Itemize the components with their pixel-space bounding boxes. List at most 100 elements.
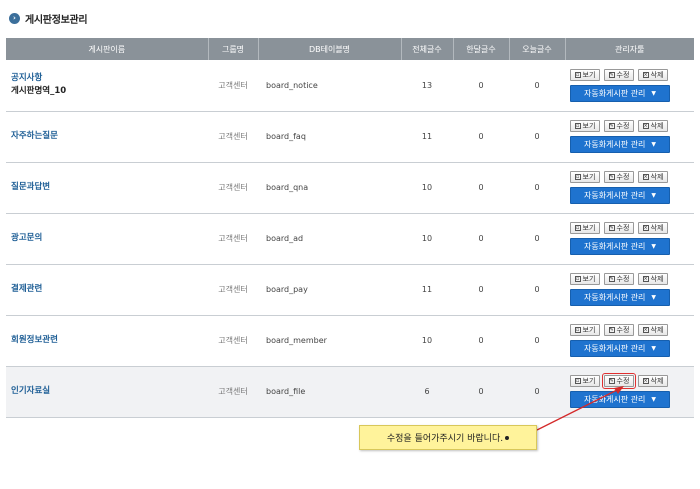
edit-label: 수정: [616, 70, 630, 79]
auto-board-manage-button[interactable]: 자동화게시판 관리 ▼: [570, 289, 670, 306]
cell-total: 11: [421, 285, 433, 294]
view-label: 보기: [582, 70, 596, 79]
col-header-board-name: 게시판이름: [6, 38, 209, 60]
col-header-total: 전체글수: [401, 38, 454, 60]
delete-icon: ×: [642, 123, 649, 129]
cell-today: 0: [534, 387, 540, 396]
view-button[interactable]: ▫ 보기: [570, 273, 600, 285]
edit-icon: ✎: [608, 71, 615, 78]
delete-icon: ×: [642, 327, 649, 333]
view-button[interactable]: ▫ 보기: [570, 120, 600, 132]
mini-button-group: ▫ 보기 ✎ 수정 × 삭제: [570, 222, 670, 234]
delete-label: 삭제: [650, 122, 664, 130]
delete-icon: ×: [642, 174, 649, 180]
view-icon: ▫: [574, 276, 581, 282]
table-row: 자주하는질문 고객센터 board_faq 11 0 0 ▫ 보기 ✎ 수정 × 삭제 자동화게시판 관…: [6, 111, 694, 162]
edit-button[interactable]: ✎ 수정: [604, 222, 634, 234]
cell-admin-tools: ▫ 보기 ✎ 수정 × 삭제자동화게시판 관리 ▼: [565, 366, 694, 417]
view-button[interactable]: ▫ 보기: [570, 222, 600, 234]
auto-board-manage-button[interactable]: 자동화게시판 관리 ▼: [570, 391, 670, 408]
auto-manage-label: 자동화게시판 관리: [583, 344, 646, 353]
admin-tools: ▫ 보기 ✎ 수정 × 삭제자동화게시판 관리 ▼: [570, 373, 670, 408]
view-icon: ▫: [574, 174, 581, 180]
view-button[interactable]: ▫ 보기: [570, 171, 600, 183]
auto-board-manage-button[interactable]: 자동화게시판 관리 ▼: [570, 84, 670, 102]
caret-down-icon: ▼: [651, 294, 657, 301]
board-name-link[interactable]: 자주하는질문: [11, 130, 208, 143]
view-icon: ▫: [574, 327, 581, 333]
delete-button[interactable]: × 삭제: [638, 171, 668, 183]
view-label: 보기: [582, 122, 596, 130]
edit-button[interactable]: ✎ 수정: [602, 373, 636, 389]
cell-total: 10: [421, 234, 433, 243]
board-name-link[interactable]: 광고문의: [11, 232, 208, 245]
cell-admin-tools: ▫ 보기 ✎ 수정 × 삭제자동화게시판 관리 ▼: [565, 111, 694, 162]
mini-button-group: ▫ 보기 ✎ 수정 × 삭제: [570, 273, 670, 285]
cell-total: 13: [421, 80, 433, 90]
mini-button-group: ▫ 보기 ✎ 수정 × 삭제: [570, 120, 670, 132]
edit-button[interactable]: ✎ 수정: [604, 68, 634, 81]
view-label: 보기: [582, 224, 596, 232]
board-name-link[interactable]: 인기자료실: [11, 385, 208, 398]
mini-button-group: ▫ 보기 ✎ 수정 × 삭제: [570, 68, 670, 81]
delete-icon: ×: [642, 276, 649, 282]
auto-board-manage-button[interactable]: 자동화게시판 관리 ▼: [570, 187, 670, 204]
auto-manage-label: 자동화게시판 관리: [583, 293, 646, 302]
mini-button-group: ▫ 보기 ✎ 수정 × 삭제: [570, 324, 670, 336]
admin-tools: ▫ 보기 ✎ 수정 × 삭제자동화게시판 관리 ▼: [570, 273, 670, 306]
cell-db-table: board_qna: [266, 183, 309, 192]
delete-button[interactable]: × 삭제: [638, 375, 668, 387]
cell-total: 6: [424, 387, 430, 396]
caret-down-icon: ▼: [651, 192, 657, 199]
edit-button[interactable]: ✎ 수정: [604, 120, 634, 132]
cell-board-name: 자주하는질문: [6, 111, 208, 162]
delete-button[interactable]: × 삭제: [638, 222, 668, 234]
board-name-link[interactable]: 질문과답변: [11, 181, 208, 194]
edit-button[interactable]: ✎ 수정: [604, 324, 634, 336]
board-name-sub: 게시판명역_10: [11, 86, 67, 97]
view-button[interactable]: ▫ 보기: [570, 375, 600, 387]
auto-manage-label: 자동화게시판 관리: [583, 88, 646, 98]
cell-db-table: board_ad: [266, 234, 304, 243]
cell-group: 고객센터: [218, 285, 248, 294]
delete-icon: ×: [642, 225, 649, 231]
board-name-link[interactable]: 회원정보관련: [11, 334, 208, 347]
auto-manage-label: 자동화게시판 관리: [583, 242, 646, 251]
cell-db-table: board_pay: [266, 285, 308, 294]
auto-board-manage-button[interactable]: 자동화게시판 관리 ▼: [570, 238, 670, 255]
caret-down-icon: ▼: [651, 243, 657, 250]
board-name-link[interactable]: 결제관련: [11, 283, 208, 296]
auto-board-manage-button[interactable]: 자동화게시판 관리 ▼: [570, 136, 670, 153]
page-title: 게시판정보관리: [25, 14, 88, 26]
view-icon: ▫: [574, 378, 581, 384]
bullet-icon: ›: [9, 12, 20, 24]
delete-button[interactable]: × 삭제: [638, 120, 668, 132]
table-row: 질문과답변 고객센터 board_qna 10 0 0 ▫ 보기 ✎ 수정 × 삭제 자동화게시판 관리…: [6, 162, 694, 213]
edit-button[interactable]: ✎ 수정: [604, 273, 634, 285]
admin-tools: ▫ 보기 ✎ 수정 × 삭제자동화게시판 관리 ▼: [570, 120, 670, 153]
edit-button[interactable]: ✎ 수정: [604, 171, 634, 183]
delete-button[interactable]: × 삭제: [638, 273, 668, 285]
cell-today: 0: [534, 285, 540, 294]
cell-total: 10: [421, 183, 433, 192]
cell-month: 0: [478, 183, 484, 192]
callout-dot: [505, 435, 510, 440]
auto-board-manage-button[interactable]: 자동화게시판 관리 ▼: [570, 340, 670, 357]
cell-db-table: board_faq: [266, 132, 306, 141]
view-label: 보기: [582, 275, 596, 283]
view-button[interactable]: ▫ 보기: [570, 68, 600, 81]
cell-today: 0: [534, 183, 540, 192]
view-icon: ▫: [574, 225, 581, 231]
delete-button[interactable]: × 삭제: [638, 324, 668, 336]
mini-button-group: ▫ 보기 ✎ 수정 × 삭제: [570, 171, 670, 183]
admin-tools: ▫ 보기 ✎ 수정 × 삭제자동화게시판 관리 ▼: [570, 68, 670, 102]
board-name-link[interactable]: 공지사항: [11, 72, 208, 85]
col-header-month: 한달글수: [453, 38, 510, 60]
table-row: 인기자료실 고객센터 board_file 6 0 0 ▫ 보기 ✎ 수정 × 삭제 자동화게시판 관리…: [6, 366, 694, 417]
delete-label: 삭제: [650, 326, 664, 334]
cell-admin-tools: ▫ 보기 ✎ 수정 × 삭제자동화게시판 관리 ▼: [565, 162, 694, 213]
delete-label: 삭제: [650, 173, 664, 181]
delete-button[interactable]: × 삭제: [638, 68, 668, 81]
view-button[interactable]: ▫ 보기: [570, 324, 600, 336]
cell-board-name: 공지사항 게시판명역_10: [6, 60, 208, 111]
